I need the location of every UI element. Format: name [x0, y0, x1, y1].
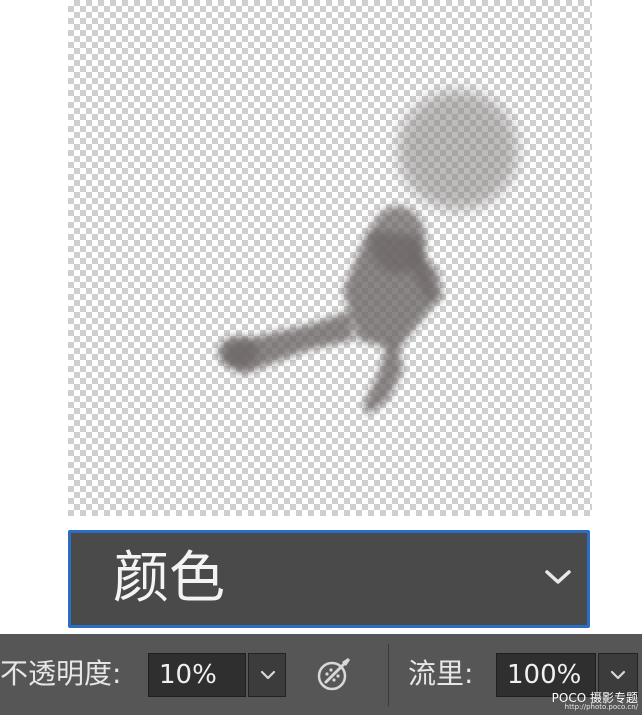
opacity-dropdown-button[interactable]: [248, 653, 286, 697]
chevron-down-icon: [610, 670, 626, 680]
chevron-down-icon: [260, 670, 276, 680]
flow-value: 100%: [507, 660, 582, 690]
opacity-input[interactable]: 10%: [148, 653, 246, 697]
blend-mode-value: 颜色: [113, 546, 225, 611]
poco-watermark: POCO 摄影专题 http://photo.poco.cn/: [552, 692, 638, 711]
flow-label: 流里:: [408, 657, 474, 690]
transparent-layer-canvas[interactable]: [68, 0, 592, 516]
toolbar-divider: [388, 644, 389, 706]
chevron-down-icon: [545, 570, 571, 584]
blurred-figure-silhouette: [218, 90, 518, 415]
airbrush-icon[interactable]: [314, 654, 354, 694]
watermark-url: http://photo.poco.cn/: [564, 703, 638, 711]
opacity-label: 不透明度:: [0, 657, 122, 690]
opacity-value: 10%: [159, 660, 217, 690]
photoshop-panel-crop: 颜色 不透明度: 10% 流里: 100% POCO 摄影专题 http://p…: [0, 0, 642, 715]
brush-options-bar: 不透明度: 10% 流里: 100% POCO 摄影专题 http://phot…: [0, 634, 642, 715]
blend-mode-dropdown[interactable]: 颜色: [68, 530, 590, 628]
